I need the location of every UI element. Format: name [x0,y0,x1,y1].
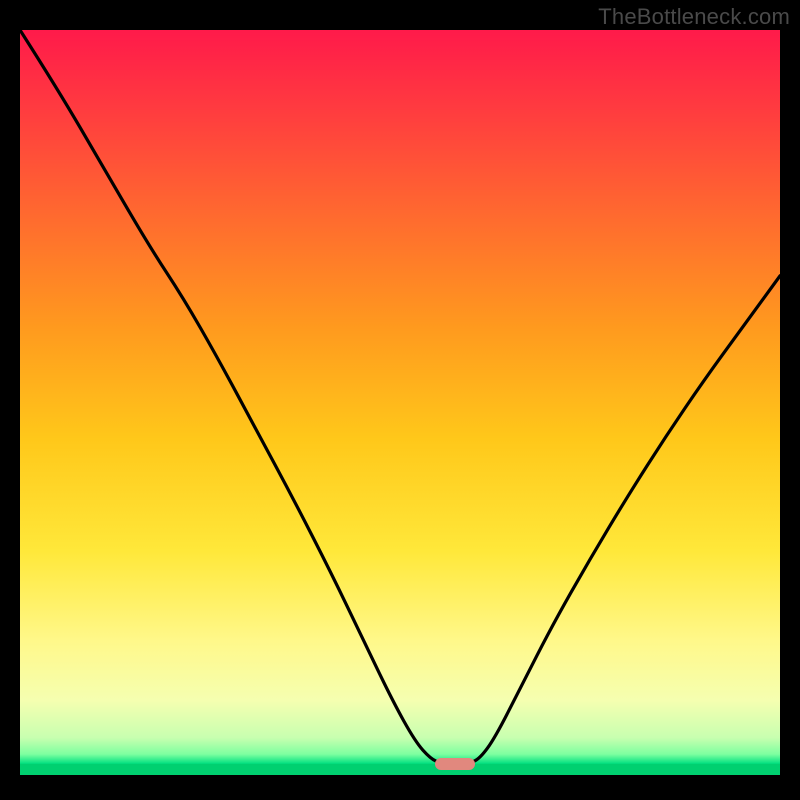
curve-path [20,30,780,764]
watermark-text: TheBottleneck.com [598,4,790,30]
optimum-marker [435,758,475,770]
bottleneck-curve [20,30,780,775]
chart-frame: TheBottleneck.com [0,0,800,800]
plot-area [20,30,780,775]
